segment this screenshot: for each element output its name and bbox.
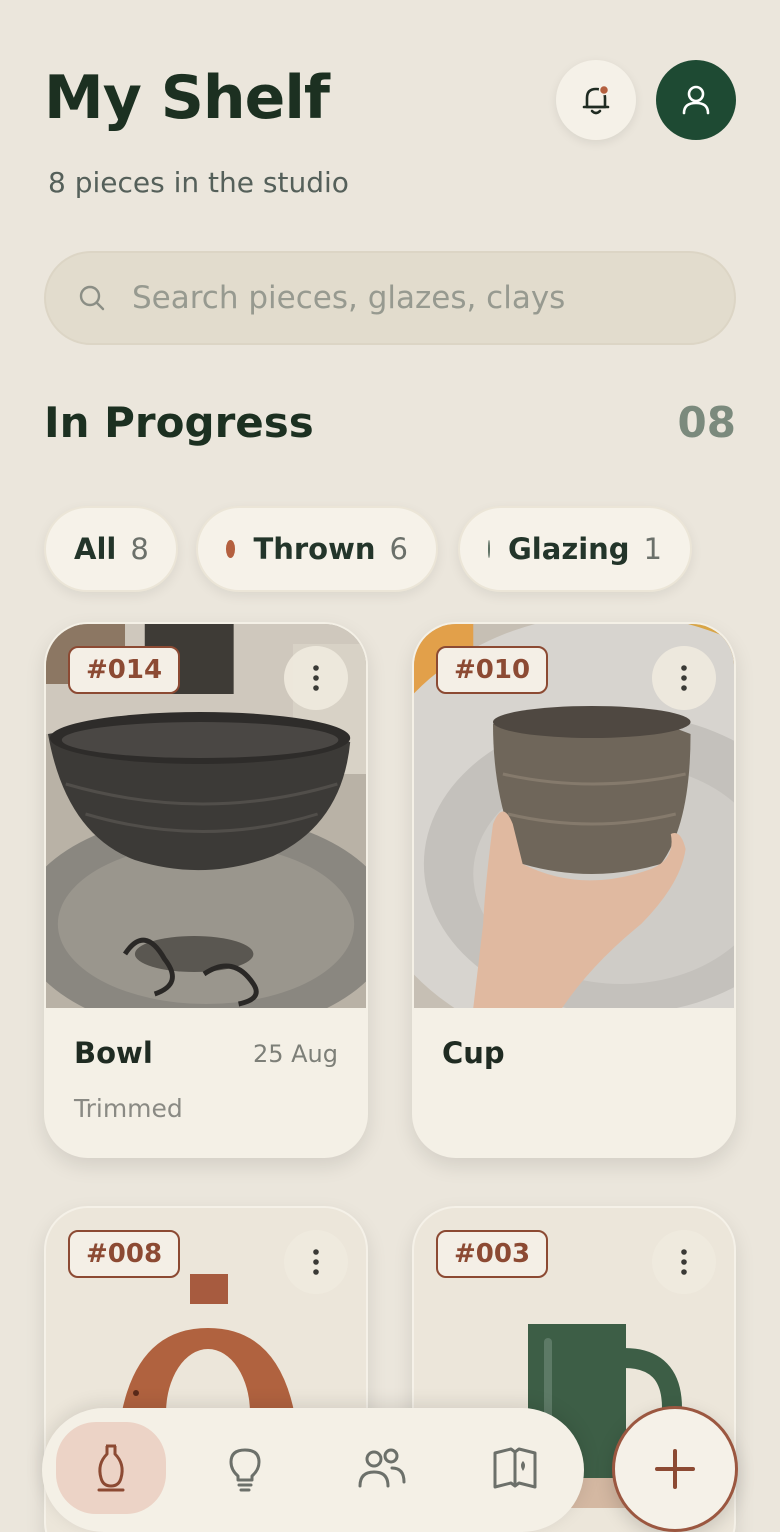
nav-item-ideas[interactable]	[190, 1422, 300, 1514]
nav-item-community[interactable]	[326, 1422, 436, 1514]
nav-item-shelf[interactable]	[56, 1422, 166, 1514]
piece-name: Cup	[442, 1036, 505, 1070]
section-count: 08	[677, 398, 736, 447]
add-piece-button[interactable]	[612, 1406, 738, 1532]
filter-chip-all[interactable]: All 8	[44, 506, 178, 592]
chip-count: 8	[130, 532, 149, 566]
book-icon	[493, 1447, 537, 1489]
chip-label: Thrown	[253, 532, 376, 566]
card-menu-button[interactable]	[652, 1230, 716, 1294]
chip-count: 6	[389, 532, 408, 566]
more-vertical-icon	[681, 665, 687, 691]
chip-count: 1	[643, 532, 662, 566]
status-dot	[488, 540, 490, 558]
lightbulb-icon	[229, 1448, 261, 1492]
user-icon	[682, 85, 710, 115]
chip-label: Glazing	[508, 532, 630, 566]
piece-id-badge: #008	[68, 1230, 181, 1278]
piece-name: Bowl	[74, 1036, 153, 1070]
filter-chip-thrown[interactable]: Thrown 6	[196, 506, 438, 592]
search-input[interactable]	[132, 280, 692, 316]
search-icon	[79, 285, 105, 311]
piece-stage: Trimmed	[74, 1094, 183, 1123]
plus-icon	[655, 1449, 695, 1489]
page-subtitle: 8 pieces in the studio	[48, 166, 349, 199]
people-icon	[358, 1448, 406, 1488]
more-vertical-icon	[313, 665, 319, 691]
card-info: Bowl 25 Aug Trimmed	[46, 1008, 366, 1156]
piece-id-badge: #003	[436, 1230, 549, 1278]
more-vertical-icon	[313, 1249, 319, 1275]
bell-icon	[582, 84, 610, 115]
piece-id-badge: #010	[436, 646, 549, 694]
filter-chip-glazing[interactable]: Glazing 1	[458, 506, 692, 592]
status-dot	[226, 540, 236, 558]
section-title: In Progress	[44, 398, 314, 447]
piece-card[interactable]: #010 Cup	[412, 622, 736, 1158]
bottom-nav	[42, 1408, 584, 1532]
card-menu-button[interactable]	[652, 646, 716, 710]
search-bar[interactable]	[44, 251, 736, 345]
notifications-button[interactable]	[556, 60, 636, 140]
card-info: Cup	[414, 1008, 734, 1156]
card-menu-button[interactable]	[284, 646, 348, 710]
piece-id-badge: #014	[68, 646, 181, 694]
piece-date: 25 Aug	[252, 1040, 338, 1068]
chip-label: All	[74, 532, 117, 566]
vase-icon	[97, 1444, 125, 1492]
nav-item-journal[interactable]	[460, 1422, 570, 1514]
more-vertical-icon	[681, 1249, 687, 1275]
profile-button[interactable]	[656, 60, 736, 140]
header: My Shelf 8 pieces in the studio	[44, 58, 736, 199]
piece-card[interactable]: #014 Bowl 25 Aug Trimmed	[44, 622, 368, 1158]
card-menu-button[interactable]	[284, 1230, 348, 1294]
